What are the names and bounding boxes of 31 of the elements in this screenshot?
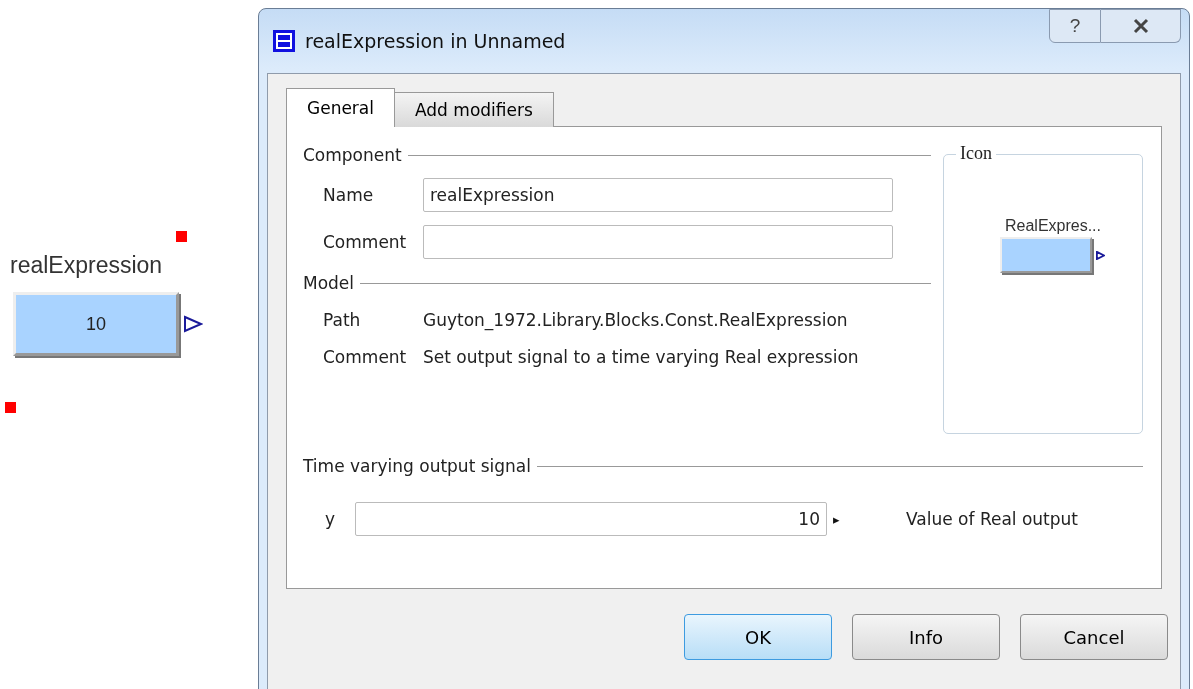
tab[interactable]: General bbox=[286, 88, 395, 127]
output-port-icon bbox=[1095, 250, 1105, 260]
dialog-button[interactable]: OK bbox=[684, 614, 832, 660]
group-heading: Component bbox=[303, 145, 402, 165]
field-label: Comment bbox=[323, 232, 408, 252]
block-label: realExpression bbox=[10, 252, 163, 279]
field-label: Name bbox=[323, 185, 375, 205]
selection-handle[interactable] bbox=[5, 402, 16, 413]
output-port-icon bbox=[183, 315, 203, 333]
property-label: Path bbox=[323, 310, 362, 330]
parameter-description: Value of Real output bbox=[906, 509, 1078, 529]
printer-icon bbox=[273, 30, 295, 52]
property-value: Set output signal to a time varying Real expression bbox=[423, 347, 859, 367]
input-field[interactable]: realExpression bbox=[423, 178, 893, 212]
dialog-button[interactable]: Cancel bbox=[1020, 614, 1168, 660]
tab[interactable]: Add modifiers bbox=[394, 92, 554, 127]
dialog-button[interactable]: Info bbox=[852, 614, 1000, 660]
parameter-name: y bbox=[325, 509, 337, 529]
property-label: Comment bbox=[323, 347, 408, 367]
icon-label: RealExpres... bbox=[1003, 217, 1101, 235]
group-heading: Time varying output signal bbox=[303, 456, 531, 476]
group-heading: Model bbox=[303, 273, 355, 293]
value-field[interactable]: 10 bbox=[355, 502, 827, 536]
window-title: realExpression in Unnamed bbox=[305, 30, 566, 52]
close-button[interactable] bbox=[1101, 9, 1181, 43]
menu-arrow-button[interactable]: ▸ bbox=[827, 511, 846, 527]
selection-handle[interactable] bbox=[176, 231, 187, 242]
expression-block[interactable]: 10 bbox=[13, 292, 179, 356]
help-button[interactable]: ? bbox=[1049, 9, 1101, 43]
property-value: Guyton_1972.Library.Blocks.Const.RealExpression bbox=[423, 310, 848, 330]
input-field[interactable] bbox=[423, 225, 893, 259]
